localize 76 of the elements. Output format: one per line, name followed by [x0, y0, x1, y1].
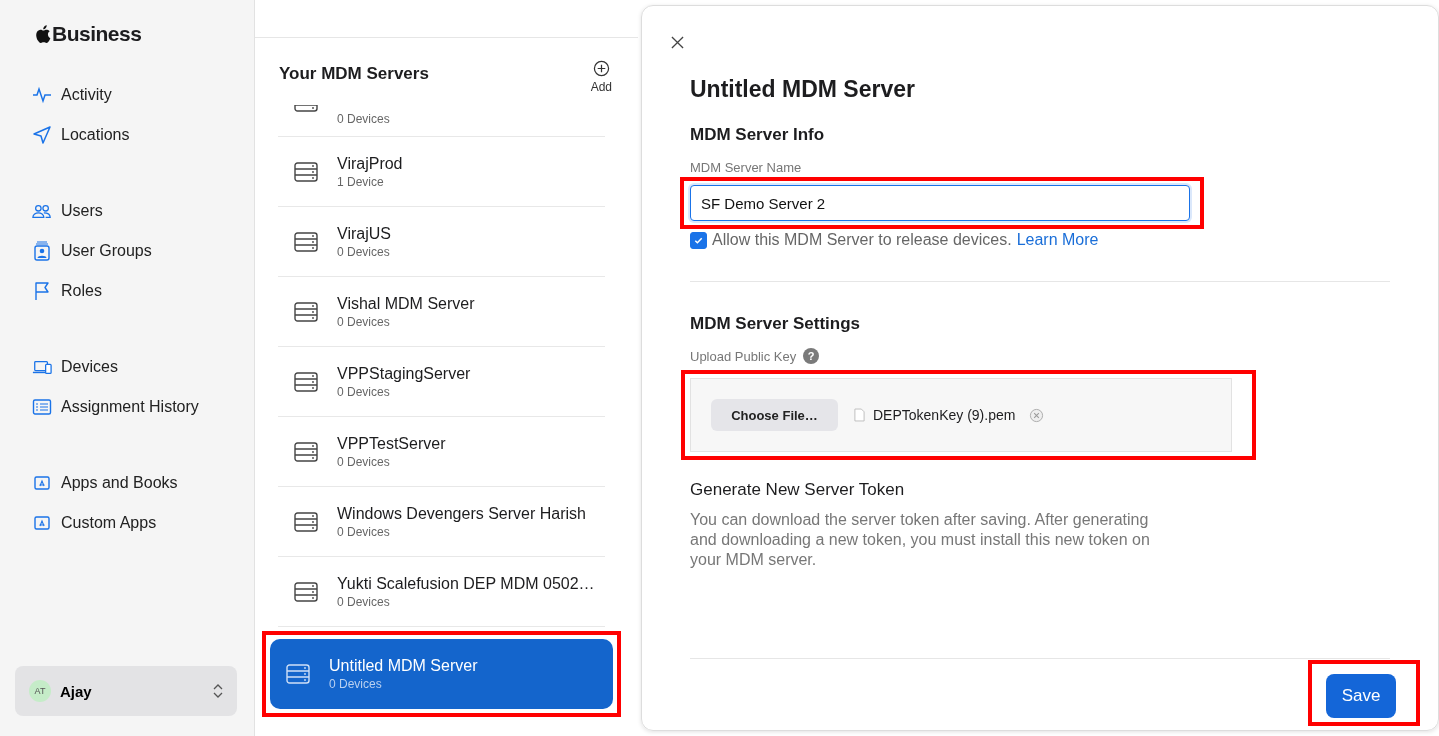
server-list-item[interactable]: VPPTestServer 0 Devices [278, 417, 605, 487]
app-icon [32, 473, 52, 493]
server-rack-icon [294, 301, 318, 322]
server-name: VPPTestServer [337, 433, 446, 454]
learn-more-link[interactable]: Learn More [1016, 231, 1099, 249]
sidebar-item[interactable]: Users [15, 191, 237, 231]
device-count: 0 Devices [337, 383, 391, 400]
sidebar-item[interactable]: Devices [15, 347, 237, 387]
location-arrow-icon [32, 125, 52, 145]
app-icon [32, 513, 52, 533]
server-name: VirajProd [337, 153, 403, 174]
account-menu[interactable]: AT Ajay [15, 666, 237, 716]
contact-card-icon [32, 241, 52, 261]
device-count: 0 Devices [337, 243, 391, 260]
sidebar-item[interactable]: User Groups [15, 231, 237, 271]
device-count: 0 Devices [337, 593, 391, 610]
server-rack-icon [294, 441, 318, 462]
section-heading: MDM Server Info [690, 125, 826, 145]
device-count: 0 Devices [337, 313, 391, 330]
panel-title: Untitled MDM Server [690, 76, 916, 103]
choose-file-button[interactable]: Choose File… [711, 399, 838, 431]
apple-logo-icon [34, 24, 51, 44]
server-name: Untitled MDM Server [329, 656, 478, 676]
activity-icon [32, 85, 52, 105]
file-name: DEPTokenKey (9).pem [873, 407, 1016, 423]
section-subheading: Generate New Server Token [690, 480, 906, 500]
server-list-item[interactable]: Untitled MDM Server 0 Devices [270, 639, 613, 709]
checkbox[interactable] [690, 231, 707, 249]
sidebar-item[interactable]: Apps and Books [15, 463, 237, 503]
server-rack-icon [294, 161, 318, 182]
help-badge[interactable]: ? [803, 348, 820, 364]
list-icon [32, 397, 52, 417]
close-icon[interactable] [671, 36, 684, 49]
add-button[interactable]: Add [590, 60, 612, 105]
server-list-item[interactable]: VPPStagingServer 0 Devices [278, 347, 605, 417]
remove-circle-icon[interactable] [1029, 407, 1045, 423]
server-rack-icon [286, 664, 310, 684]
server-name: Yukti Scalefusion DEP MDM 0502… [337, 573, 595, 594]
flag-icon [32, 281, 52, 301]
document-icon [854, 408, 865, 422]
sidebar-item[interactable]: Assignment History [15, 387, 237, 427]
checkbox-label: Allow this MDM Server to release devices. [712, 231, 1012, 249]
device-count: 0 Devices [337, 523, 391, 540]
sidebar-item[interactable]: Activity [15, 75, 237, 115]
server-rack-icon [294, 371, 318, 392]
list-heading: Your MDM Servers [279, 64, 429, 85]
field-label: Upload Public Key [690, 349, 797, 364]
server-list-item[interactable]: Vishal MDM Server 0 Devices [278, 277, 605, 347]
save-button[interactable]: Save [1326, 674, 1396, 718]
section-heading: MDM Server Settings [690, 314, 862, 334]
server-name: Vishal MDM Server [337, 293, 475, 314]
server-rack-icon [294, 511, 318, 532]
field-label: MDM Server Name [690, 160, 803, 175]
server-name: VirajUS [337, 223, 391, 244]
server-rack-icon [294, 231, 318, 252]
plus-circle-icon [592, 60, 610, 77]
sidebar-item[interactable]: Locations [15, 115, 237, 155]
device-count: 1 Device [337, 173, 385, 190]
server-list-item[interactable]: Yukti Scalefusion DEP MDM 0502… 0 Devices [278, 557, 605, 627]
server-rack-icon [294, 581, 318, 602]
chevron-up-down-icon [213, 684, 223, 698]
device-count: 0 Devices [337, 111, 390, 127]
sidebar-item[interactable]: Custom Apps [15, 503, 237, 543]
server-name: VPPStagingServer [337, 363, 471, 384]
server-name: Windows Devengers Server Harish [337, 503, 586, 524]
description-text: You can download the server token after saving. After generating and downloading a new token, you must install this new token on your MDM server. [690, 510, 1151, 570]
server-list-item[interactable]: VirajProd 1 Device [278, 137, 605, 207]
server-list-item[interactable]: VirajUS 0 Devices [278, 207, 605, 277]
sidebar-item[interactable]: Roles [15, 271, 237, 311]
server-name-input[interactable]: SF Demo Server 2 [690, 185, 1190, 221]
device-count: 0 Devices [337, 453, 391, 470]
avatar: AT [29, 680, 51, 702]
device-count: 0 Devices [329, 676, 383, 692]
server-list-item[interactable]: 0 Devices [278, 105, 605, 137]
server-list-item[interactable]: Windows Devengers Server Harish 0 Devices [278, 487, 605, 557]
brand-name: Business [52, 22, 142, 46]
